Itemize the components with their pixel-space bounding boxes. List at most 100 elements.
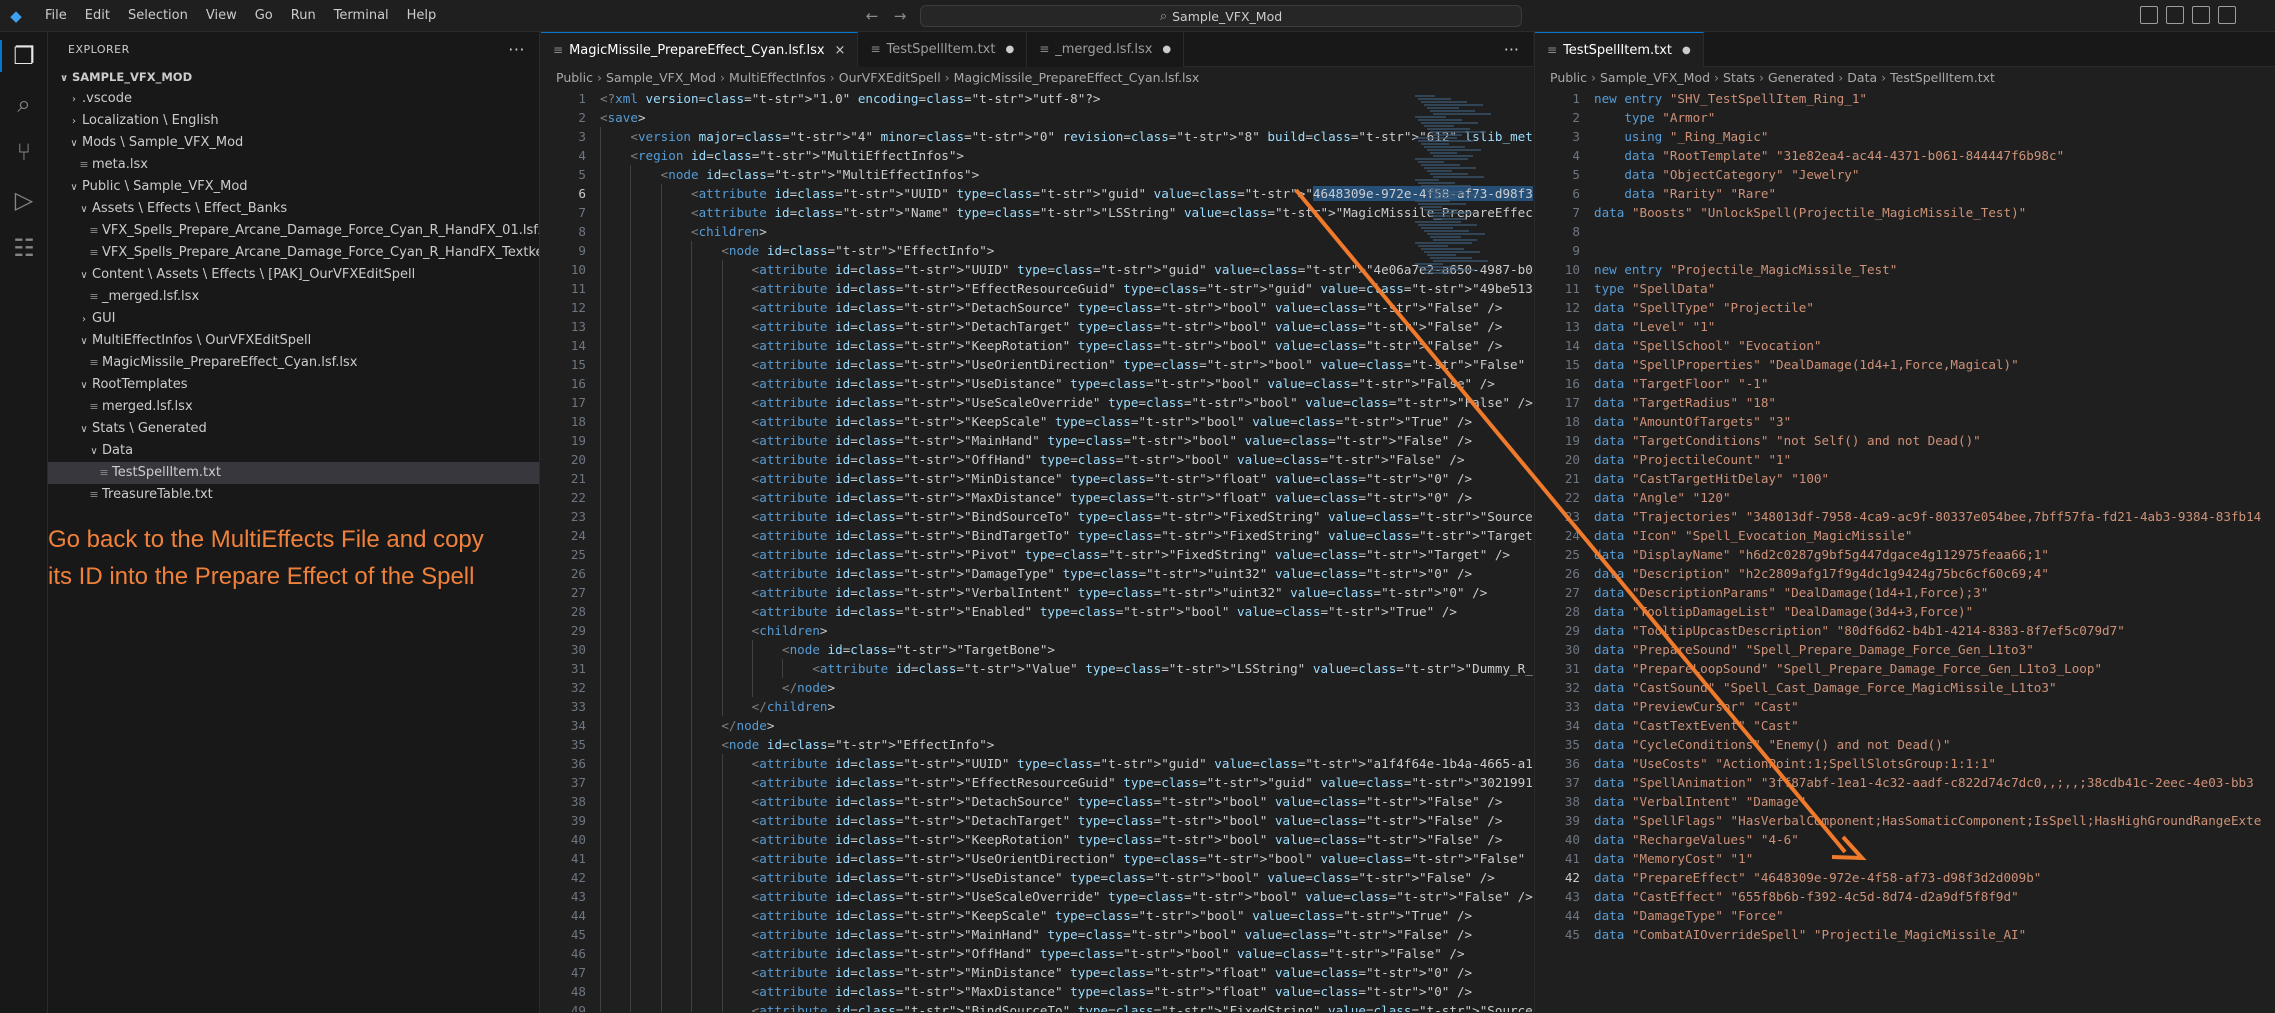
file-item[interactable]: ≡ merged.lsf.lsx — [48, 396, 539, 418]
breadcrumb-item[interactable]: OurVFXEditSpell — [839, 70, 941, 85]
folder-item[interactable]: ∨ RootTemplates — [48, 374, 539, 396]
close-icon[interactable]: × — [835, 33, 846, 68]
folder-item[interactable]: ∨ Data — [48, 440, 539, 462]
file-item[interactable]: ≡ MagicMissile_PrepareEffect_Cyan.lsf.lsx — [48, 352, 539, 374]
file-item[interactable]: ≡ VFX_Spells_Prepare_Arcane_Damage_Force_… — [48, 220, 539, 242]
line-text: data "TargetConditions" "not Self() and … — [1594, 433, 1981, 448]
folder-item[interactable]: ∨ MultiEffectInfos \ OurVFXEditSpell — [48, 330, 539, 352]
folder-item[interactable]: ∨ Stats \ Generated — [48, 418, 539, 440]
indent-guide — [630, 450, 632, 469]
editor-more-actions-icon[interactable]: ··· — [1504, 32, 1519, 67]
indent-guide — [691, 431, 693, 450]
chevron-down-icon: ∨ — [80, 424, 88, 435]
breadcrumb-item[interactable]: Sample_VFX_Mod — [606, 70, 716, 85]
code-line: 39 <attribute id=class="t-str">"DetachTa… — [541, 811, 1533, 830]
folder-item[interactable]: ∨ Mods \ Sample_VFX_Mod — [48, 132, 539, 154]
line-text: <attribute id=class="t-str">"DetachTarge… — [751, 813, 1503, 828]
menu-terminal[interactable]: Terminal — [325, 0, 398, 32]
file-item[interactable]: ≡ VFX_Spells_Prepare_Arcane_Damage_Force_… — [48, 242, 539, 264]
breadcrumb-item[interactable]: Data — [1847, 70, 1877, 85]
editor-tab[interactable]: ≡ TestSpellItem.txt ● — [1535, 32, 1704, 67]
toggle-primary-sidebar-icon[interactable] — [2140, 6, 2158, 24]
breadcrumb-item[interactable]: Public — [1550, 70, 1587, 85]
folder-item[interactable]: › GUI — [48, 308, 539, 330]
toggle-secondary-sidebar-icon[interactable] — [2192, 6, 2210, 24]
line-text: <attribute id=class="t-str">"BindTargetT… — [751, 528, 1533, 543]
run-debug-icon[interactable]: ▷ — [0, 176, 48, 224]
more-actions-icon[interactable]: ··· — [508, 40, 525, 59]
file-item[interactable]: ≡ _merged.lsf.lsx — [48, 286, 539, 308]
command-center-search[interactable]: ⌕ Sample_VFX_Mod — [920, 5, 1522, 27]
code-line: 6 <attribute id=class="t-str">"UUID" typ… — [541, 184, 1533, 203]
menu-selection[interactable]: Selection — [119, 0, 197, 32]
file-icon: ≡ — [99, 466, 109, 479]
arrow-left-icon[interactable]: ← — [860, 4, 884, 28]
editor-tab[interactable]: ≡ TestSpellItem.txt ● — [858, 32, 1028, 67]
breadcrumb-item[interactable]: TestSpellItem.txt — [1890, 70, 1995, 85]
files-icon[interactable]: ❐ — [0, 32, 48, 80]
line-text: data "UseCosts" "ActionPoint:1;SpellSlot… — [1594, 756, 1996, 771]
file-item[interactable]: ≡ TestSpellItem.txt — [48, 462, 539, 484]
indent-guide — [660, 1001, 662, 1012]
menu-edit[interactable]: Edit — [76, 0, 119, 32]
file-item[interactable]: ≡ TreasureTable.txt — [48, 484, 539, 506]
editor-tab[interactable]: ≡ MagicMissile_PrepareEffect_Cyan.lsf.lsx… — [541, 32, 859, 68]
indent-guide — [660, 393, 662, 412]
code-line: 2 type "Armor" — [1535, 108, 2275, 127]
extensions-icon[interactable]: ☷ — [0, 224, 48, 272]
indent-guide — [660, 811, 662, 830]
left-code-area[interactable]: 1 <?xml version=class="t-str">"1.0" encod… — [541, 89, 1533, 1012]
line-text: </node> — [781, 680, 836, 695]
folder-item[interactable]: ∨ Assets \ Effects \ Effect_Banks — [48, 198, 539, 220]
line-number: 3 — [1572, 129, 1580, 144]
indent-guide — [691, 583, 693, 602]
indent-guide — [721, 469, 723, 488]
breadcrumb-item[interactable]: Public — [556, 70, 593, 85]
folder-item[interactable]: ∨ SAMPLE_VFX_MOD — [48, 66, 539, 88]
source-control-icon[interactable]: ⑂ — [0, 128, 48, 176]
folder-item[interactable]: › .vscode — [48, 88, 539, 110]
line-number: 49 — [570, 1003, 586, 1012]
code-line: 41 data "MemoryCost" "1" — [1535, 849, 2275, 868]
toggle-panel-icon[interactable] — [2166, 6, 2184, 24]
tree-item-label: Stats \ Generated — [92, 421, 207, 436]
indent-guide — [660, 241, 662, 260]
code-line: 26 data "Description" "h2c2809afg17f9g4dc… — [1535, 564, 2275, 583]
indent-guide — [630, 355, 632, 374]
menu-run[interactable]: Run — [282, 0, 325, 32]
line-number: 25 — [1564, 547, 1580, 562]
menu-go[interactable]: Go — [246, 0, 282, 32]
folder-item[interactable]: ∨ Content \ Assets \ Effects \ [PAK]_OurV… — [48, 264, 539, 286]
folder-item[interactable]: › Localization \ English — [48, 110, 539, 132]
breadcrumb-item[interactable]: MultiEffectInfos — [729, 70, 826, 85]
indent-guide — [691, 298, 693, 317]
breadcrumb-item[interactable]: Stats — [1723, 70, 1755, 85]
breadcrumb-item[interactable]: Generated — [1768, 70, 1834, 85]
line-number: 15 — [570, 357, 586, 372]
file-item[interactable]: ≡ meta.lsx — [48, 154, 539, 176]
chevron-right-icon: › — [1591, 70, 1596, 85]
folder-item[interactable]: ∨ Public \ Sample_VFX_Mod — [48, 176, 539, 198]
menu-view[interactable]: View — [197, 0, 246, 32]
indent-guide — [630, 431, 632, 450]
indent-guide — [600, 697, 601, 716]
code-line: 10 <attribute id=class="t-str">"UUID" ty… — [541, 260, 1533, 279]
arrow-right-icon[interactable]: → — [888, 4, 912, 28]
code-line: 45 <attribute id=class="t-str">"MainHand… — [541, 925, 1533, 944]
search-icon[interactable]: ⌕ — [0, 80, 48, 128]
editor-tab[interactable]: ≡ _merged.lsf.lsx ● — [1027, 32, 1185, 67]
code-line: 32 data "CastSound" "Spell_Cast_Damage_Fo… — [1535, 678, 2275, 697]
file-tree: ∨ SAMPLE_VFX_MOD › .vscode › Localization \ E… — [48, 66, 539, 506]
minimap[interactable] — [1411, 89, 1491, 289]
indent-guide — [660, 203, 662, 222]
line-text: <attribute id=class="t-str">"OffHand" ty… — [751, 452, 1465, 467]
line-number: 37 — [1564, 775, 1580, 790]
breadcrumb-item[interactable]: MagicMissile_PrepareEffect_Cyan.lsf.lsx — [954, 70, 1200, 85]
menu-help[interactable]: Help — [398, 0, 446, 32]
indent-guide — [660, 602, 662, 621]
customize-layout-icon[interactable] — [2218, 6, 2236, 24]
right-code-area[interactable]: 1 new entry "SHV_TestSpellItem_Ring_1" 2 t… — [1535, 89, 2275, 1012]
breadcrumb-item[interactable]: Sample_VFX_Mod — [1600, 70, 1710, 85]
line-text: <attribute id=class="t-str">"KeepRotatio… — [751, 832, 1503, 847]
menu-file[interactable]: File — [36, 0, 76, 32]
